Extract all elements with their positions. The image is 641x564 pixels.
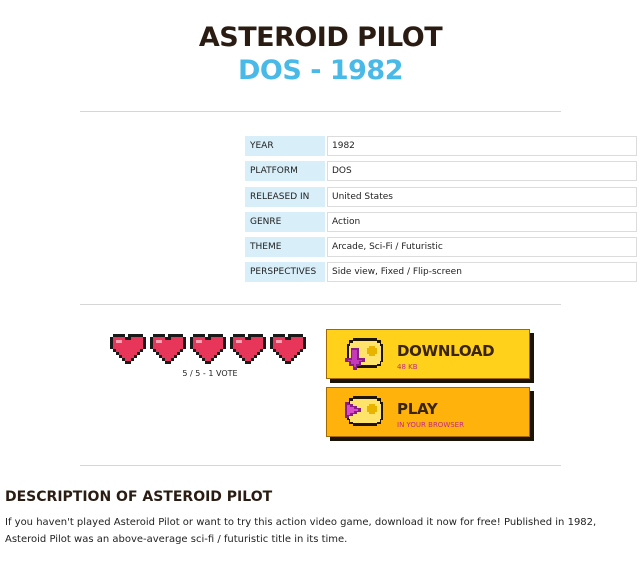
info-value[interactable]: DOS — [327, 161, 637, 182]
description-heading: DESCRIPTION OF ASTEROID PILOT — [5, 489, 273, 505]
game-info-table: YEAR 1982 PLATFORM DOS RELEASED IN Unite… — [245, 136, 637, 288]
heart-icon[interactable] — [270, 334, 306, 364]
info-row-theme: THEME Arcade, Sci-Fi / Futuristic — [245, 237, 637, 258]
description-text: If you haven't played Asteroid Pilot or … — [5, 517, 597, 545]
game-platform-year: DOS - 1982 — [238, 55, 403, 86]
info-row-perspectives: PERSPECTIVES Side view, Fixed / Flip-scr… — [245, 262, 637, 283]
info-row-year: YEAR 1982 — [245, 136, 637, 156]
heart-icon[interactable] — [150, 334, 186, 364]
info-row-genre: GENRE Action — [245, 211, 637, 232]
heart-icon[interactable] — [110, 334, 146, 364]
download-size: 48 KB — [397, 363, 418, 371]
info-key: GENRE — [245, 211, 325, 232]
rating-hearts — [110, 334, 310, 364]
download-label: DOWNLOAD — [397, 342, 495, 360]
info-key: YEAR — [245, 136, 325, 156]
info-value: 1982 — [327, 136, 637, 156]
info-key: PERSPECTIVES — [245, 262, 325, 283]
divider — [80, 304, 561, 305]
info-value[interactable]: Action — [327, 211, 637, 232]
info-value[interactable]: Arcade, Sci-Fi / Futuristic — [327, 237, 637, 258]
play-label: PLAY — [397, 400, 438, 418]
play-button[interactable]: PLAY IN YOUR BROWSER — [326, 387, 530, 437]
info-row-platform: PLATFORM DOS — [245, 161, 637, 182]
heart-icon[interactable] — [230, 334, 266, 364]
play-subtitle: IN YOUR BROWSER — [397, 421, 464, 429]
info-key: RELEASED IN — [245, 186, 325, 207]
download-icon — [345, 338, 383, 370]
play-icon — [345, 396, 383, 426]
info-value[interactable]: Side view, Fixed / Flip-screen — [327, 262, 637, 283]
info-row-released: RELEASED IN United States — [245, 186, 637, 207]
download-button[interactable]: DOWNLOAD 48 KB — [326, 329, 530, 379]
divider — [80, 111, 561, 112]
game-title: ASTEROID PILOT — [198, 22, 443, 53]
info-key: THEME — [245, 237, 325, 258]
info-key: PLATFORM — [245, 161, 325, 182]
heart-icon[interactable] — [190, 334, 226, 364]
divider — [80, 465, 561, 466]
info-value: United States — [327, 186, 637, 207]
rating-text: 5 / 5 - 1 VOTE — [182, 369, 238, 378]
